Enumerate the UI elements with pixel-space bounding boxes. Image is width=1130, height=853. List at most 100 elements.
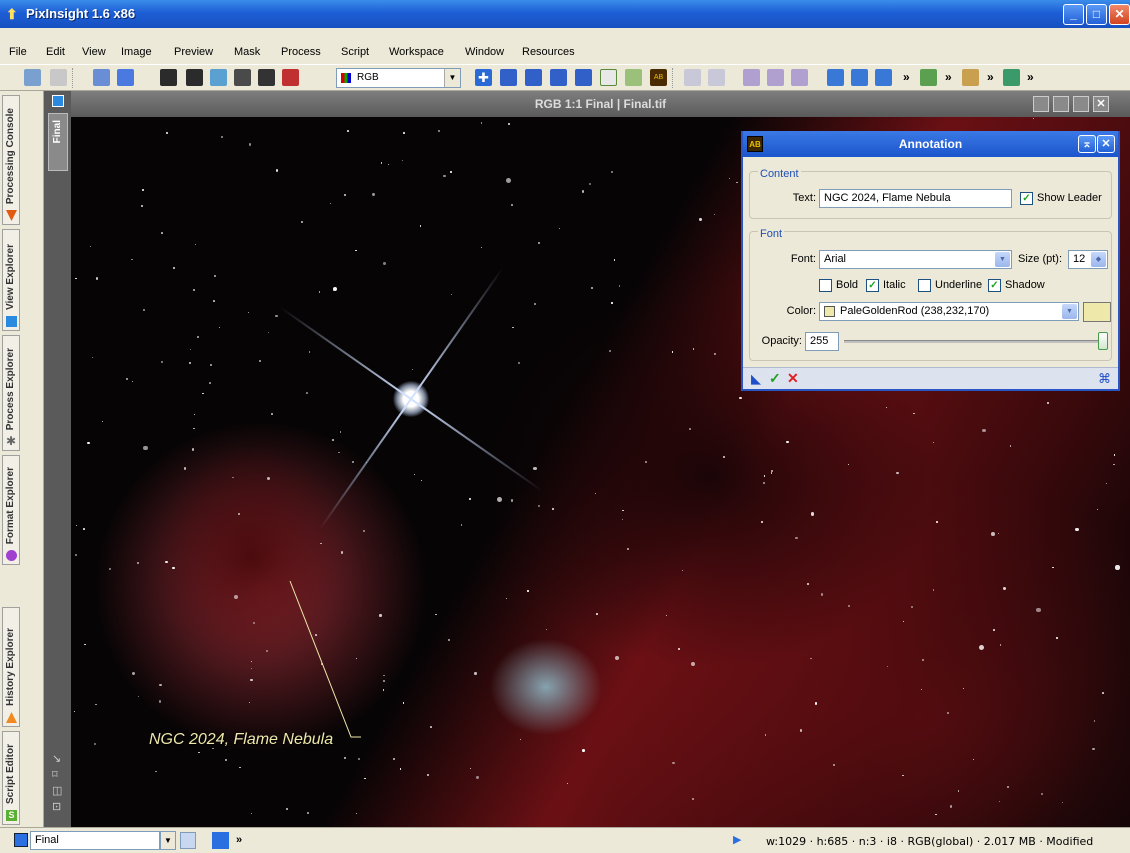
zoom-2to1-icon[interactable] <box>767 69 784 86</box>
shade-icon[interactable] <box>1033 96 1049 112</box>
undo-icon[interactable] <box>24 69 41 86</box>
dialog-shade-button[interactable]: ⌅ <box>1078 135 1096 153</box>
channel-icon[interactable] <box>258 69 275 86</box>
process-icon[interactable] <box>962 69 979 86</box>
minimize-button[interactable]: _ <box>1063 4 1084 25</box>
redo-icon[interactable] <box>50 69 67 86</box>
explorer-sidebar: Processing Console View Explorer Process… <box>0 91 44 827</box>
menu-preview[interactable]: Preview <box>174 46 213 58</box>
dialog-close-button[interactable]: ✕ <box>1097 135 1115 153</box>
tab-view-explorer[interactable]: View Explorer <box>2 229 20 331</box>
opacity-input[interactable]: 255 <box>805 332 839 351</box>
window-iconize-icon[interactable] <box>875 69 892 86</box>
maximize-view-icon[interactable] <box>1073 96 1089 112</box>
statusbar-overflow[interactable]: » <box>236 834 242 846</box>
toolbar-overflow[interactable]: » <box>903 70 910 84</box>
mask-enable-icon[interactable] <box>210 69 227 86</box>
script-run-icon[interactable] <box>920 69 937 86</box>
annotation-label[interactable]: NGC 2024, Flame Nebula <box>149 731 333 749</box>
toolbar-overflow[interactable]: » <box>987 70 994 84</box>
menu-mask[interactable]: Mask <box>234 46 260 58</box>
fit-view-icon[interactable] <box>500 69 517 86</box>
tab-format-explorer[interactable]: Format Explorer <box>2 455 20 565</box>
identifier-icon[interactable] <box>212 832 229 849</box>
view-info-icon[interactable] <box>180 832 196 849</box>
view-icon[interactable] <box>52 95 64 107</box>
underline-checkbox[interactable] <box>918 279 931 292</box>
zoom-fit-icon[interactable] <box>525 69 542 86</box>
tab-processing-console[interactable]: Processing Console <box>2 95 20 225</box>
mask-invert-icon[interactable] <box>186 69 203 86</box>
view-select[interactable]: Final <box>30 831 160 850</box>
channel-red-icon[interactable] <box>282 69 299 86</box>
pixinsight-logo-icon: ⬆ <box>6 6 18 22</box>
tab-script-editor[interactable]: Script Editor S <box>2 731 20 825</box>
menu-workspace[interactable]: Workspace <box>389 46 444 58</box>
show-leader-checkbox[interactable]: ✓ <box>1020 192 1033 205</box>
scale-icon[interactable] <box>575 69 592 86</box>
window-cascade-icon[interactable] <box>851 69 868 86</box>
float-icon[interactable]: ◫ <box>52 783 62 799</box>
menu-view[interactable]: View <box>82 46 106 58</box>
zoom-in-icon[interactable] <box>684 69 701 86</box>
crosshair-icon[interactable]: ✚ <box>475 69 492 86</box>
view-tab-final[interactable]: Final <box>48 113 68 171</box>
close-view-icon[interactable]: ⊡ <box>52 799 62 815</box>
iconize-icon[interactable] <box>1053 96 1069 112</box>
font-size-spinbox[interactable]: 12 ◆ <box>1068 250 1108 269</box>
italic-checkbox[interactable]: ✓ <box>866 279 879 292</box>
zoom-1to2-icon[interactable] <box>791 69 808 86</box>
reset-icon[interactable]: ⌘ <box>1098 371 1111 387</box>
maximize-button[interactable]: □ <box>1086 4 1107 25</box>
close-view-icon[interactable]: ✕ <box>1093 96 1109 112</box>
histogram-icon[interactable] <box>234 69 251 86</box>
spin-arrows-icon[interactable]: ◆ <box>1091 252 1106 267</box>
font-select-value: Arial <box>824 253 847 265</box>
history-icon <box>6 712 17 723</box>
new-image-icon[interactable] <box>93 69 110 86</box>
menu-script[interactable]: Script <box>341 46 369 58</box>
menu-window[interactable]: Window <box>465 46 504 58</box>
apply-icon[interactable]: ✓ <box>769 370 781 387</box>
chevron-down-icon[interactable]: ▼ <box>160 831 176 850</box>
menu-resources[interactable]: Resources <box>522 46 575 58</box>
toolbar-overflow[interactable]: » <box>945 70 952 84</box>
color-select[interactable]: PaleGoldenRod (238,232,170) ▼ <box>819 302 1079 321</box>
annotation-text-input[interactable]: NGC 2024, Flame Nebula <box>819 189 1012 208</box>
view-tab-label: Final <box>52 120 63 144</box>
opacity-slider-thumb[interactable] <box>1098 332 1108 350</box>
play-icon[interactable]: ▶ <box>733 833 741 846</box>
color-preview-button[interactable] <box>1083 302 1111 322</box>
tab-process-explorer[interactable]: Process Explorer ✱ <box>2 335 20 451</box>
menu-image[interactable]: Image <box>121 46 152 58</box>
tab-history-explorer[interactable]: History Explorer <box>2 607 20 727</box>
window-tile-icon[interactable] <box>827 69 844 86</box>
collapse-icon[interactable]: ↘ <box>52 751 62 767</box>
pan-icon[interactable] <box>550 69 567 86</box>
zoom-1to1-icon[interactable] <box>743 69 760 86</box>
zoom-out-icon[interactable] <box>708 69 725 86</box>
menu-file[interactable]: File <box>9 46 27 58</box>
menu-process[interactable]: Process <box>281 46 321 58</box>
text-label: Text: <box>792 192 816 204</box>
explorer-icon[interactable] <box>1003 69 1020 86</box>
new-instance-icon[interactable]: ◣ <box>751 371 761 387</box>
shadow-checkbox[interactable]: ✓ <box>988 279 1001 292</box>
app-title: PixInsight 1.6 x86 <box>26 6 136 21</box>
preview-icon[interactable] <box>600 69 617 86</box>
color-swatch-icon <box>824 306 835 317</box>
menu-edit[interactable]: Edit <box>46 46 65 58</box>
mask-show-icon[interactable] <box>160 69 177 86</box>
toolbar-overflow[interactable]: » <box>1027 70 1034 84</box>
channel-select[interactable]: RGB ▼ <box>336 68 461 88</box>
preview-edit-icon[interactable] <box>625 69 642 86</box>
opacity-slider-track[interactable] <box>844 340 1100 343</box>
duplicate-icon[interactable] <box>117 69 134 86</box>
pin-icon[interactable]: ⌑ <box>52 767 62 783</box>
close-button[interactable]: ✕ <box>1109 4 1130 25</box>
font-select[interactable]: Arial ▼ <box>819 250 1012 269</box>
cancel-icon[interactable]: ✕ <box>787 370 799 387</box>
bold-checkbox[interactable] <box>819 279 832 292</box>
annotation-tool-icon[interactable]: AB <box>650 69 667 86</box>
font-label: Font: <box>790 253 816 265</box>
